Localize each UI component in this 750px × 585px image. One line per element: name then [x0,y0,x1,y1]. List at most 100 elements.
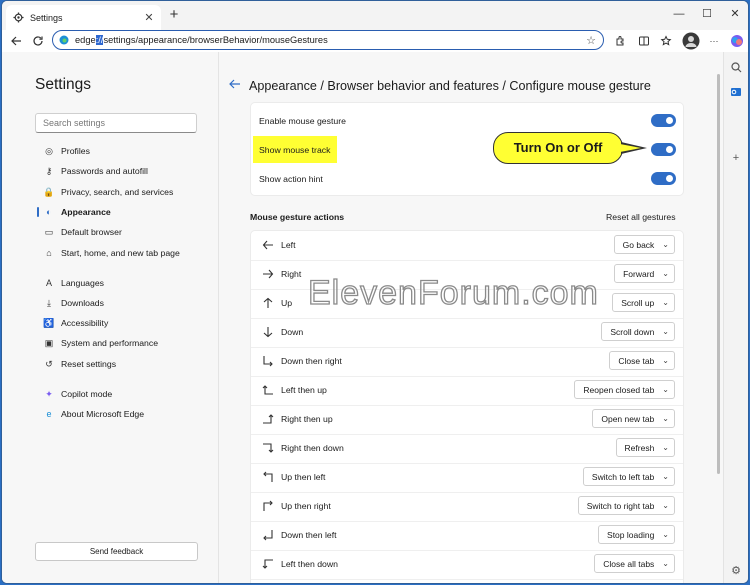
back-arrow-icon[interactable] [229,79,243,91]
show-hint-label: Show action hint [259,174,323,184]
sidebar-item-copilot-mode[interactable]: ✦ Copilot mode [44,387,112,401]
down-left-icon [262,529,274,541]
sidebar-item-label: Reset settings [61,359,117,369]
sidebar-item-privacy-search-and-services[interactable]: 🔒 Privacy, search, and services [43,185,174,199]
sidebar-settings-icon[interactable]: ⚙ [728,562,744,578]
split-screen-icon[interactable] [635,33,653,49]
chevron-down-icon: ⌄ [662,298,669,307]
sidebar-item-accessibility[interactable]: ♿ Accessibility [43,316,109,330]
chevron-down-icon: ⌄ [662,240,669,249]
chevron-down-icon: ⌄ [662,501,669,510]
gesture-action-select[interactable]: Forward ⌄ [614,264,675,283]
sidebar-item-languages[interactable]: A Languages [44,276,104,290]
sidebar-item-label: Accessibility [61,318,109,328]
search-input[interactable]: Search settings [35,113,197,133]
extensions-icon[interactable] [611,33,629,49]
more-menu-icon[interactable]: ··· [705,33,723,49]
gesture-label: Left [281,240,296,250]
enable-gesture-label: Enable mouse gesture [259,116,346,126]
gesture-label: Down then left [281,530,337,540]
select-value: Forward [623,268,655,279]
add-icon[interactable]: + [728,150,744,166]
download-icon: ⤓ [47,297,51,308]
tab-settings[interactable]: Settings ✕ [6,5,161,30]
sidebar-item-start-home-and-new-tab-page[interactable]: ⌂ Start, home, and new tab page [44,246,180,260]
sidebar-item-default-browser[interactable]: ▭ Default browser [44,225,122,239]
sidebar-item-label: Privacy, search, and services [61,187,174,197]
outlook-icon[interactable] [728,84,744,100]
gesture-row: Down Scroll down ⌄ [251,318,683,348]
sidebar-item-downloads[interactable]: ⤓ Downloads [44,296,104,310]
home-icon: ⌂ [46,248,52,258]
sidebar-item-label: Appearance [61,207,111,217]
send-feedback-button[interactable]: Send feedback [35,542,198,561]
system-icon: ▣ [44,337,54,348]
url-scheme: edge [75,35,96,45]
select-value: Scroll up [621,297,655,308]
gesture-label: Down then right [281,356,342,366]
scrollbar[interactable] [717,74,720,474]
key-icon: ⚷ [45,165,53,176]
sidebar-item-passwords-and-autofill[interactable]: ⚷ Passwords and autofill [44,164,148,178]
chevron-down-icon: ⌄ [662,356,669,365]
reset-icon: ↺ [45,358,53,369]
search-icon[interactable] [728,59,744,75]
select-value: Reopen closed tab [583,384,655,395]
new-tab-button[interactable]: + [166,7,182,23]
close-tab-icon[interactable]: ✕ [143,11,155,24]
show-hint-toggle[interactable] [651,172,676,185]
reset-all-link[interactable]: Reset all gestures [606,212,676,222]
select-value: Switch to right tab [586,500,655,511]
chevron-down-icon: ⌄ [662,559,669,568]
minimize-button[interactable]: — [664,5,694,23]
address-url: edge://settings/appearance/browserBehavi… [75,35,585,45]
close-window-button[interactable]: ✕ [720,5,748,23]
sidebar-item-label: System and performance [61,338,159,348]
favorite-star-icon[interactable]: ☆ [585,34,597,47]
gesture-row: Left Go back ⌄ [251,231,683,261]
gesture-action-select[interactable]: Close tab ⌄ [609,351,675,370]
gesture-action-select[interactable]: Switch to right tab ⌄ [577,496,675,515]
favorites-icon[interactable] [657,33,675,49]
sidebar-item-appearance[interactable]: ◐ Appearance [44,205,111,219]
show-track-toggle[interactable] [651,143,676,156]
sidebar-item-profiles[interactable]: ◎ Profiles [44,144,90,158]
profile-icon: ◎ [45,145,53,156]
arrow-up-icon [262,297,274,309]
chevron-down-icon: ⌄ [662,443,669,452]
avatar[interactable] [681,31,701,51]
copilot-icon[interactable] [728,33,746,49]
gesture-label: Right then down [281,443,344,453]
gesture-action-select[interactable]: Stop loading ⌄ [598,525,675,544]
gesture-action-select[interactable]: Refresh ⌄ [615,438,675,457]
gesture-action-select[interactable]: Close all tabs ⌄ [594,554,675,573]
sidebar-item-label: Copilot mode [61,389,113,399]
chevron-down-icon: ⌄ [662,385,669,394]
gesture-action-select[interactable]: Reopen closed tab ⌄ [574,380,675,399]
gesture-label: Up then left [281,472,326,482]
gesture-label: Right then up [281,414,333,424]
address-bar[interactable]: edge://settings/appearance/browserBehavi… [52,30,604,50]
gesture-action-select[interactable]: Go back ⌄ [613,235,675,254]
gesture-action-select[interactable]: Open new tab ⌄ [592,409,675,428]
right-sidebar: + ⚙ [723,52,748,583]
left-down-icon [262,558,274,570]
gesture-row: Down then right Close tab ⌄ [251,347,683,377]
sidebar-item-label: Start, home, and new tab page [61,248,180,258]
gesture-row: Left then up Reopen closed tab ⌄ [251,376,683,406]
gear-icon [12,12,24,24]
gesture-action-select[interactable]: Scroll down ⌄ [601,322,675,341]
back-nav-icon[interactable] [7,33,25,49]
sidebar-item-reset-settings[interactable]: ↺ Reset settings [44,357,116,371]
maximize-button[interactable]: ☐ [692,5,722,23]
gesture-label: Left then down [281,559,338,569]
sidebar-item-system-and-performance[interactable]: ▣ System and performance [44,336,158,350]
sidebar-item-label: Languages [61,278,104,288]
refresh-icon[interactable] [29,33,47,49]
sidebar-item-label: Passwords and autofill [61,166,148,176]
enable-gesture-toggle[interactable] [651,114,676,127]
select-value: Close all tabs [603,558,655,569]
sidebar-item-about-microsoft-edge[interactable]: e About Microsoft Edge [44,407,144,421]
gesture-action-select[interactable]: Scroll up ⌄ [612,293,675,312]
gesture-action-select[interactable]: Switch to left tab ⌄ [582,467,675,486]
